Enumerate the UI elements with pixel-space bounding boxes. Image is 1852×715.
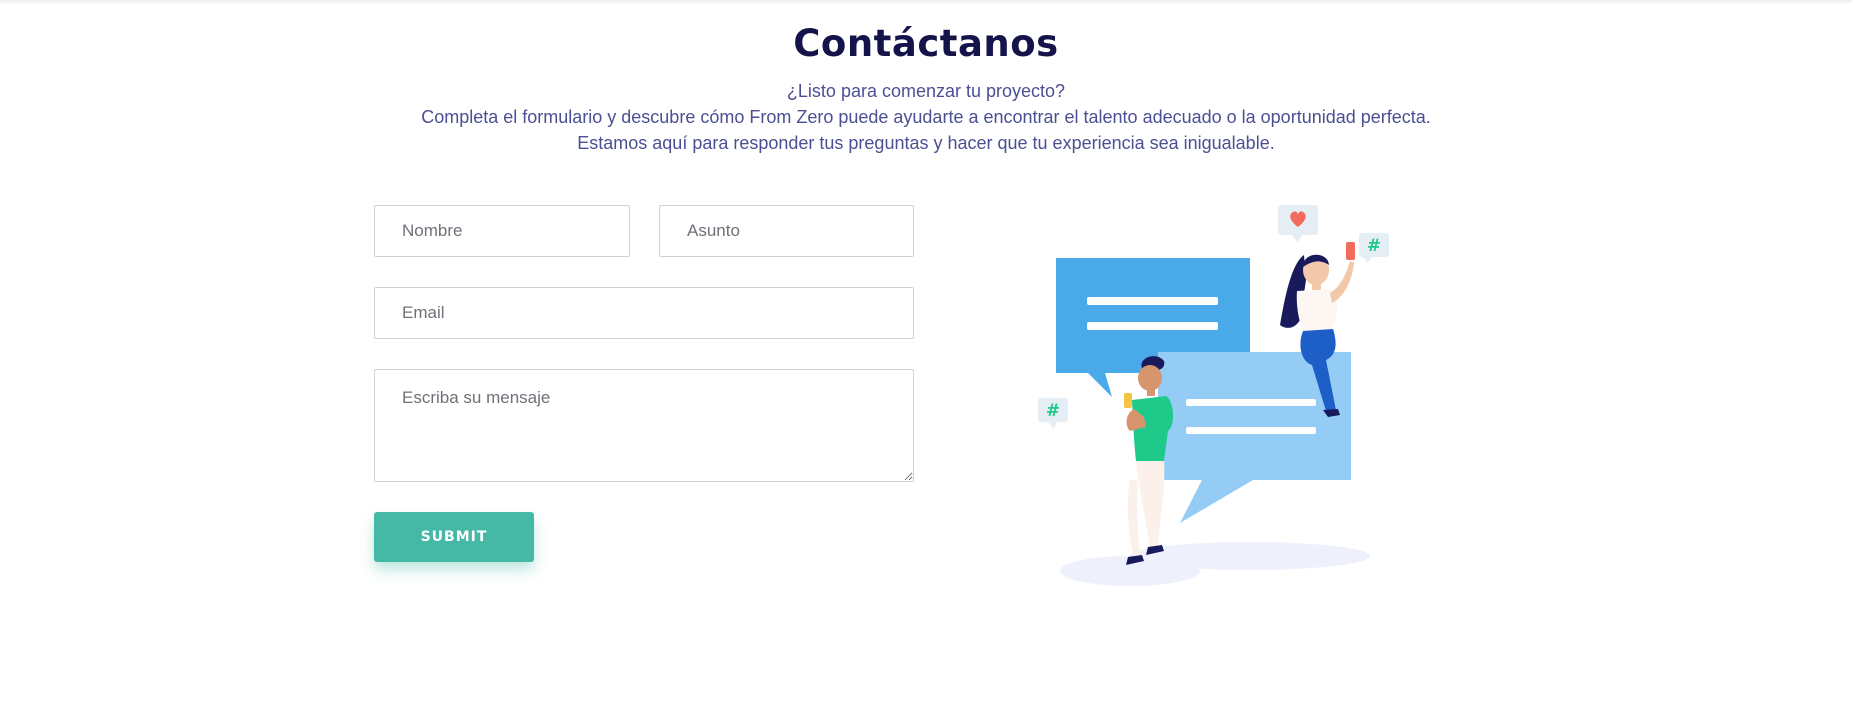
name-input[interactable] — [374, 205, 630, 257]
svg-text:#: # — [1367, 236, 1381, 256]
email-input[interactable] — [374, 287, 914, 339]
intro-line-1: ¿Listo para comenzar tu proyecto? — [786, 81, 1066, 101]
intro-line-2: Completa el formulario y descubre cómo F… — [421, 107, 1431, 127]
heart-icon — [1278, 205, 1318, 243]
contact-illustration: # # — [1038, 205, 1389, 586]
page-title: Contáctanos — [793, 22, 1059, 65]
hashtag-icon: # — [1359, 233, 1389, 263]
intro-line-3: Estamos aquí para responder tus pregunta… — [577, 133, 1275, 153]
svg-text:#: # — [1046, 401, 1060, 421]
subject-input[interactable] — [659, 205, 914, 257]
submit-button[interactable]: SUBMIT — [374, 512, 534, 562]
message-textarea[interactable] — [374, 369, 914, 482]
intro-text: ¿Listo para comenzar tu proyecto? Comple… — [0, 78, 1852, 156]
hashtag-icon: # — [1038, 398, 1068, 429]
header-shadow — [0, 0, 1852, 4]
ground-shadow — [1130, 542, 1370, 570]
